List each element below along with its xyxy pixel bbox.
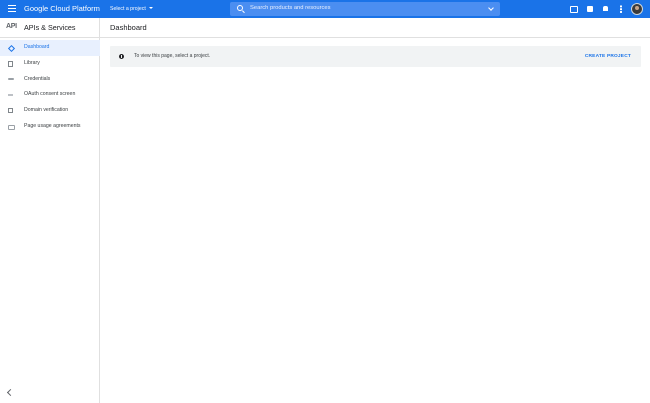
sidebar-item-label: OAuth consent screen xyxy=(24,91,76,98)
sidebar-item-library[interactable]: Library xyxy=(0,56,100,72)
chevron-down-icon[interactable] xyxy=(488,5,494,11)
sidebar-item-label: Dashboard xyxy=(24,44,50,50)
api-logo-icon: API xyxy=(6,23,17,30)
main-content: Dashboard To view this page, select a pr… xyxy=(100,18,650,403)
sidebar-item-page-usage[interactable]: Page usage agreements xyxy=(0,119,100,135)
sidebar-title: APIs & Services xyxy=(24,23,76,32)
consent-icon xyxy=(8,94,13,96)
gift-icon[interactable] xyxy=(587,6,593,12)
create-project-button[interactable]: CREATE PROJECT xyxy=(585,53,631,60)
sidebar-item-label: Domain verification xyxy=(24,107,69,114)
sidebar-item-credentials[interactable]: Credentials xyxy=(0,72,100,88)
search-input[interactable]: Search products and resources xyxy=(250,5,331,11)
avatar[interactable] xyxy=(631,3,643,15)
brand-title[interactable]: Google Cloud Platform xyxy=(24,4,100,14)
menu-icon[interactable] xyxy=(8,5,16,13)
settings-icon xyxy=(8,124,15,130)
terminal-icon[interactable] xyxy=(570,6,578,13)
dashboard-icon xyxy=(7,44,16,52)
select-project-banner: To view this page, select a project. CRE… xyxy=(110,46,641,67)
search-bar[interactable]: Search products and resources xyxy=(230,2,500,16)
project-selector[interactable]: Select a project xyxy=(110,5,153,13)
search-icon xyxy=(237,5,243,11)
banner-message: To view this page, select a project. xyxy=(134,53,211,59)
top-app-bar: Google Cloud Platform Select a project S… xyxy=(0,0,650,18)
sidebar-item-oauth-consent[interactable]: OAuth consent screen xyxy=(0,87,100,103)
library-icon xyxy=(8,60,13,67)
bell-icon[interactable] xyxy=(603,6,608,11)
sidebar-item-label: Credentials xyxy=(24,75,51,82)
sidebar-header: API APIs & Services xyxy=(0,18,100,38)
page-title: Dashboard xyxy=(110,23,147,32)
more-vert-icon[interactable] xyxy=(620,5,622,13)
key-icon xyxy=(8,78,14,81)
sidebar-item-label: Page usage agreements xyxy=(24,122,81,129)
sidebar-item-dashboard[interactable]: Dashboard xyxy=(0,40,100,56)
project-selector-label: Select a project xyxy=(110,6,146,12)
sidebar-item-label: Library xyxy=(24,59,40,66)
info-icon xyxy=(119,54,124,59)
sidebar: API APIs & Services Dashboard Library Cr… xyxy=(0,18,100,403)
caret-down-icon xyxy=(148,7,153,9)
collapse-sidebar-icon[interactable] xyxy=(6,388,15,397)
checkbox-icon xyxy=(8,108,13,114)
sidebar-item-domain-verification[interactable]: Domain verification xyxy=(0,103,100,119)
page-header: Dashboard xyxy=(100,18,650,38)
sidebar-nav: Dashboard Library Credentials OAuth cons… xyxy=(0,40,100,135)
